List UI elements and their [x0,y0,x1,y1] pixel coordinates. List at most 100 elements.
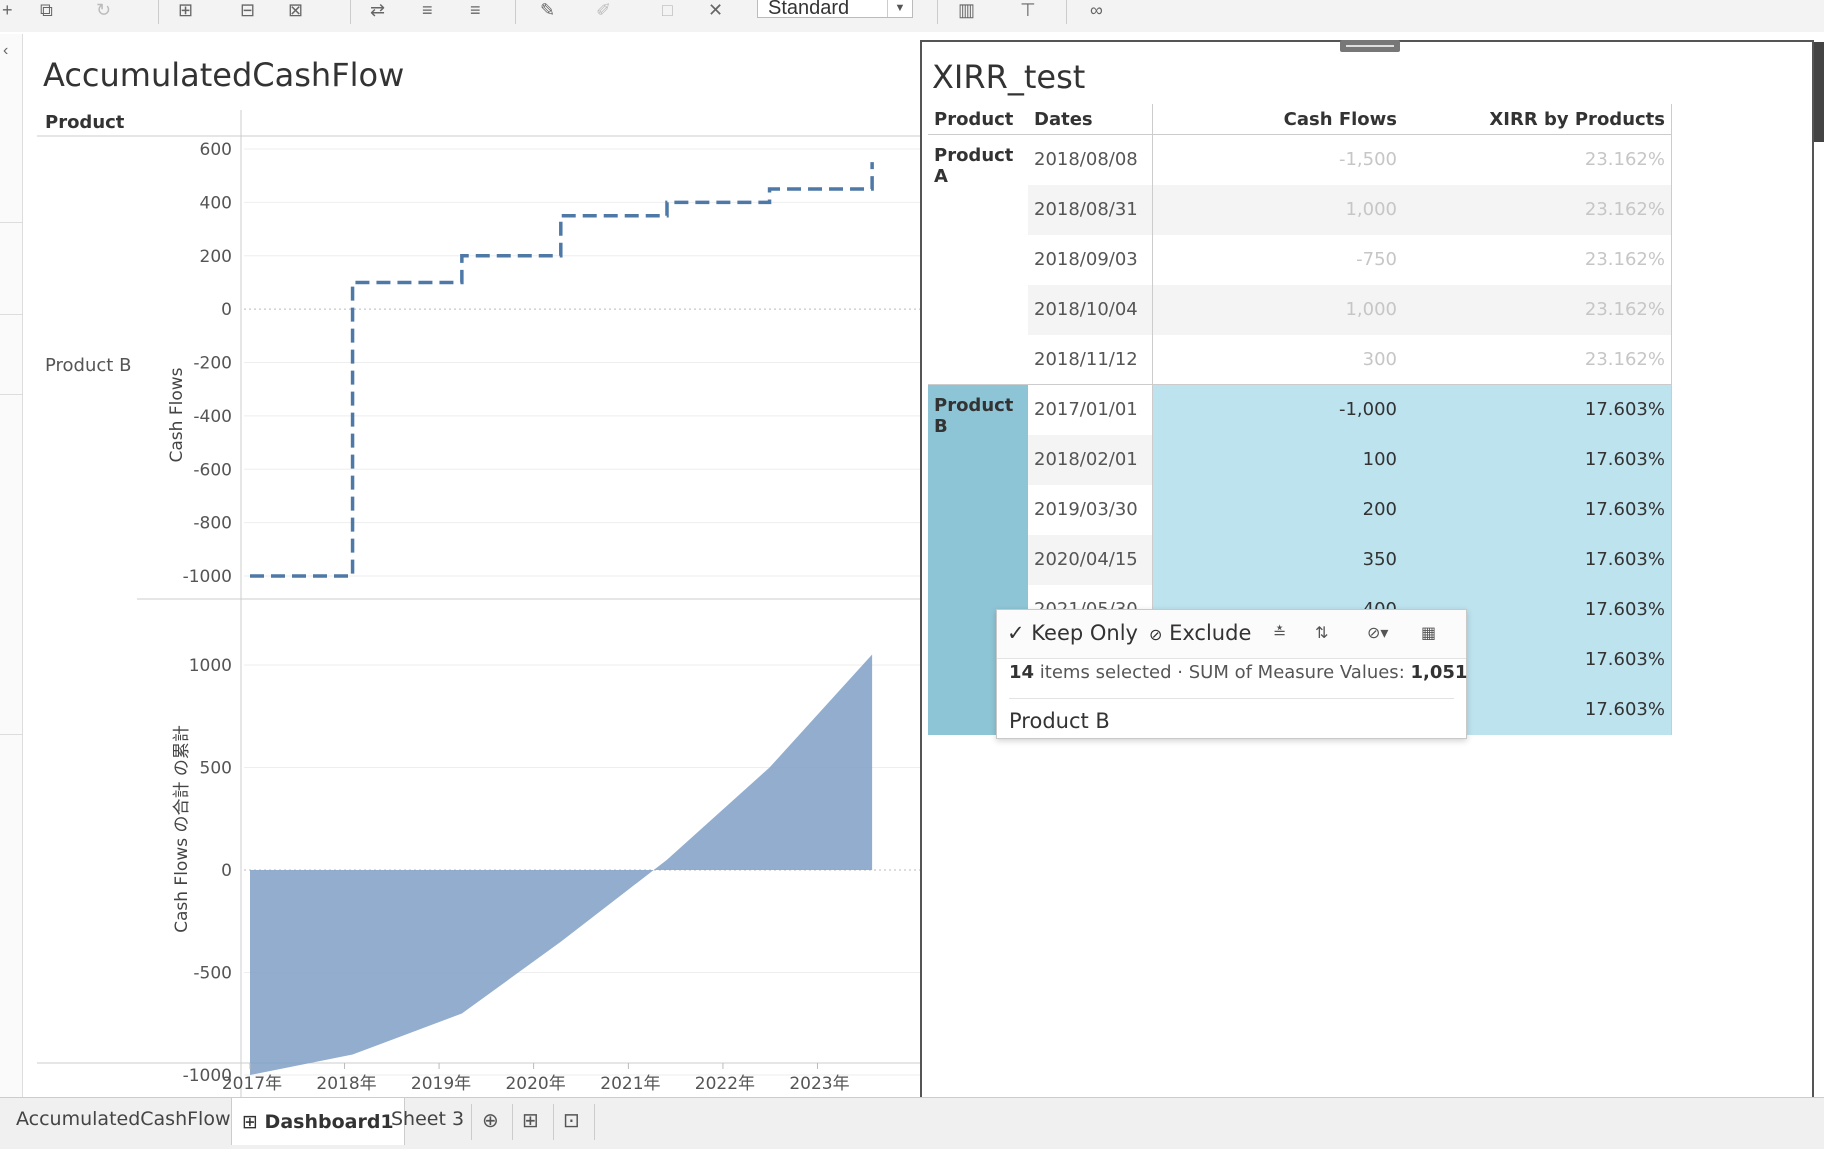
tab-dashboard1[interactable]: ⊞ Dashboard1 [231,1098,405,1145]
check-icon: ✓ [1007,621,1025,645]
header-product[interactable]: Product [928,104,1028,135]
toolbar-divider [937,0,938,24]
table-row[interactable]: 2018/09/03 -750 23.162% [928,234,1672,285]
cash-flow-step-line [250,162,874,578]
date-cell[interactable]: 2020/04/15 [1028,534,1153,585]
presentation-icon[interactable]: ⊤ [1020,0,1036,20]
share-icon[interactable]: ∞ [1090,0,1103,20]
new-story-icon[interactable]: ⊡ [563,1108,580,1133]
x-axis: 2017年 2018年 2019年 2020年 2021年 2022年 2023年 [222,1063,850,1094]
keep-only-button[interactable]: ✓ Keep Only [1007,621,1138,645]
fit-select-value: Standard [768,0,850,19]
xirr-cell[interactable]: 17.603% [1403,434,1672,485]
date-cell[interactable]: 2018/08/31 [1028,184,1153,235]
undo-icon[interactable]: ↻ [96,0,111,20]
top-y-tick-label: -600 [193,460,232,480]
exclude-label: Exclude [1169,621,1252,645]
top-y-tick-label: 600 [200,140,232,160]
sort-desc-icon[interactable]: ≡ [470,0,481,20]
date-cell[interactable]: 2018/09/03 [1028,234,1153,285]
date-cell[interactable]: 2018/02/01 [1028,434,1153,485]
show-me-icon[interactable]: ▥ [958,0,975,20]
x-tick-label: 2020年 [505,1074,565,1094]
table-row[interactable]: 2018/11/12 300 23.162% [928,334,1672,385]
cash-flow-cell[interactable]: 100 [1152,434,1403,485]
link-dropdown-icon[interactable]: ⊘▾ [1367,623,1388,642]
xirr-cell[interactable]: 23.162% [1403,234,1672,285]
header-dates[interactable]: Dates [1028,104,1153,135]
header-xirr[interactable]: XIRR by Products [1403,104,1672,135]
product-cell[interactable]: Product A [928,135,1028,385]
x-tick-label: 2018年 [316,1074,376,1094]
dashboard-icon: ⊞ [242,1111,258,1133]
date-cell[interactable]: 2018/08/08 [1028,134,1153,185]
cash-flow-cell[interactable]: 300 [1153,335,1404,385]
xirr-cell[interactable]: 17.603% [1403,534,1672,585]
xirr-cell[interactable]: 23.162% [1403,284,1672,335]
cash-flow-cell[interactable]: 1,000 [1152,184,1403,235]
date-cell[interactable]: 2018/10/04 [1028,284,1153,335]
tab-divider [594,1104,595,1140]
table-row[interactable]: Product B 2017/01/01 -1,000 17.603% [928,384,1672,735]
xirr-cell[interactable]: 23.162% [1403,334,1672,385]
table-row[interactable]: 2020/04/15 350 17.603% [928,534,1672,585]
xirr-cell[interactable]: 23.162% [1403,184,1672,235]
cash-flow-cell[interactable]: -1,000 [1152,384,1403,435]
swap-icon[interactable]: ⇄ [370,0,385,20]
add-icon[interactable]: + [2,0,13,20]
label-icon[interactable]: □ [662,0,673,20]
view-data-icon[interactable]: ▦ [1421,623,1436,642]
table-row[interactable]: 2018/08/31 1,000 23.162% [928,184,1672,235]
top-y-tick-label: -1000 [183,567,232,587]
table-row[interactable]: 2018/02/01 100 17.603% [928,434,1672,485]
items-count: 14 [1009,662,1035,683]
cash-flow-cell[interactable]: 350 [1152,534,1403,585]
new-worksheet-icon[interactable]: ⊕ [482,1108,499,1133]
table-row[interactable]: 2018/10/04 1,000 23.162% [928,284,1672,335]
tab-divider [553,1104,554,1140]
chevron-left-icon[interactable]: ‹ [3,42,8,60]
x-tick-label: 2022年 [695,1074,755,1094]
cash-flow-cell[interactable]: -750 [1153,235,1404,285]
copy-icon[interactable]: ⧉ [40,0,53,20]
group-members-icon[interactable]: ≛ [1273,623,1286,642]
xirr-cell[interactable]: 17.603% [1403,384,1672,435]
tab-dashboard1-label: Dashboard1 [264,1111,394,1133]
tab-accumulated-cash-flow[interactable]: AccumulatedCashFlow [16,1108,231,1130]
table-row[interactable]: 2019/03/30 200 17.603% [928,484,1672,535]
cash-flow-cell[interactable]: -1,500 [1153,135,1404,185]
date-cell[interactable]: 2018/11/12 [1028,334,1153,385]
cash-flow-cell[interactable]: 200 [1152,484,1403,535]
cash-flow-cell[interactable]: 1,000 [1152,284,1403,335]
highlight-icon[interactable]: ✎ [540,0,555,20]
exclude-button[interactable]: ⊘ Exclude [1149,621,1251,645]
new-dashboard-icon[interactable]: ⊞ [522,1108,539,1133]
date-cell[interactable]: 2017/01/01 [1028,384,1153,435]
top-y-tick-label: -800 [193,514,232,534]
selection-tooltip: ✓ Keep Only ⊘ Exclude ≛ ⇅ ⊘▾ ▦ 14 items … [996,609,1467,739]
format-icon[interactable]: ✐ [596,0,611,20]
xirr-cell[interactable]: 17.603% [1403,484,1672,535]
fit-select[interactable]: Standard ▼ [757,0,913,19]
duplicate-icon[interactable]: ⊟ [240,0,255,20]
summary-separator: · [1177,662,1189,683]
tab-sheet3[interactable]: Sheet 3 [391,1108,464,1130]
container-controls[interactable] [1814,42,1824,142]
bottom-chart[interactable]: 10005000-500-1000 [183,654,920,1086]
top-chart[interactable]: 600 400 200 0 -200 -400 -600 -800 -1000 [183,140,920,587]
sort-asc-icon[interactable]: ≡ [422,0,433,20]
table-row[interactable]: Product A 2018/08/08 -1,500 23.162% [928,134,1672,187]
pin-icon[interactable]: ✕ [708,0,723,20]
drag-handle[interactable] [1340,40,1400,52]
bottom-y-tick-label: 1000 [189,656,232,676]
tab-divider [512,1104,513,1140]
new-sheet-icon[interactable]: ⊞ [178,0,193,20]
left-rail: ‹ [0,34,23,1097]
sort-icon[interactable]: ⇅ [1315,623,1328,642]
bottom-y-tick-label: 500 [200,759,232,779]
clear-sheet-icon[interactable]: ⊠ [288,0,303,20]
xirr-cell[interactable]: 23.162% [1403,134,1672,185]
date-cell[interactable]: 2019/03/30 [1028,484,1153,535]
chevron-down-icon[interactable]: ▼ [887,0,912,17]
header-cash-flows[interactable]: Cash Flows [1152,104,1403,135]
